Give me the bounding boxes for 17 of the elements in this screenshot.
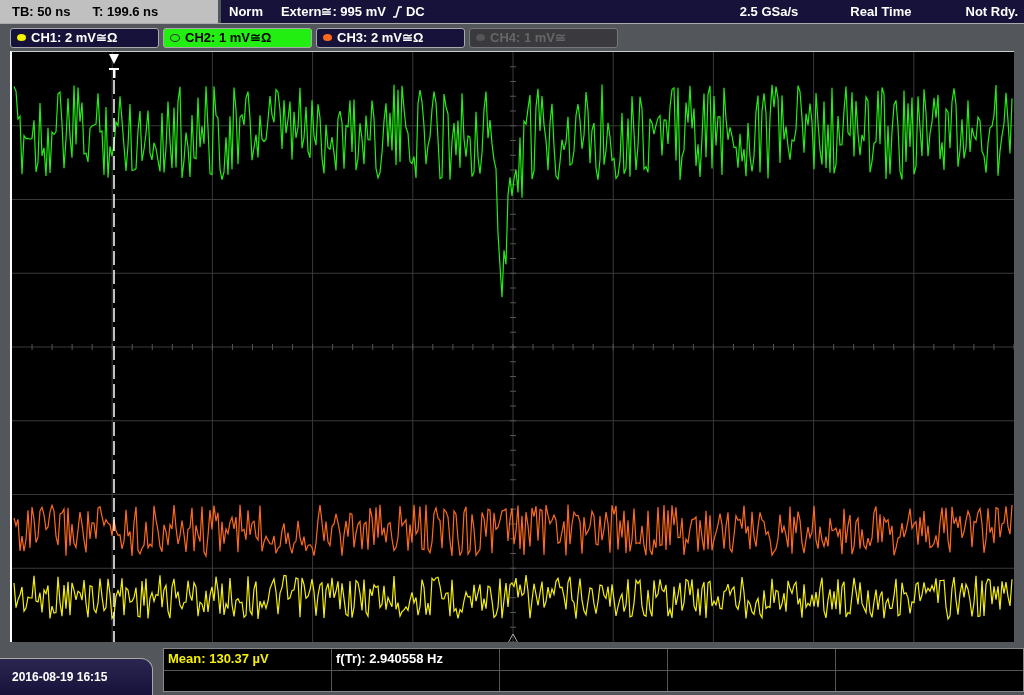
sample-rate-label: 2.5 GSa/s [739,4,799,19]
trigger-position-icon [507,633,519,642]
channel-tab[interactable]: CH3: 2 mV≅Ω [316,27,465,48]
measurement-value: f(Tr): 2.940558 Hz [336,651,443,666]
trigger-mode-label: Norm [229,4,263,19]
rising-edge-icon [392,5,402,18]
acquisition-label: Real Time [850,4,912,19]
channel-tab[interactable]: CH2: 1 mV≅Ω [163,27,312,48]
trigger-time-label: T: 199.6 ns [92,4,159,19]
datetime-label: 2016-08-19 16:15 [0,658,153,695]
timebase-label: TB: 50 ns [12,4,71,19]
trigger-marker-icon[interactable] [109,54,119,78]
trigger-level-label: Extern≅: 995 mV [280,4,386,19]
measurement-value: Mean: 130.37 µV [168,651,269,666]
channel-tab[interactable]: CH1: 2 mV≅Ω [10,27,159,48]
status-label: Not Rdy. [965,4,1018,19]
coupling-label: DC [405,4,425,19]
